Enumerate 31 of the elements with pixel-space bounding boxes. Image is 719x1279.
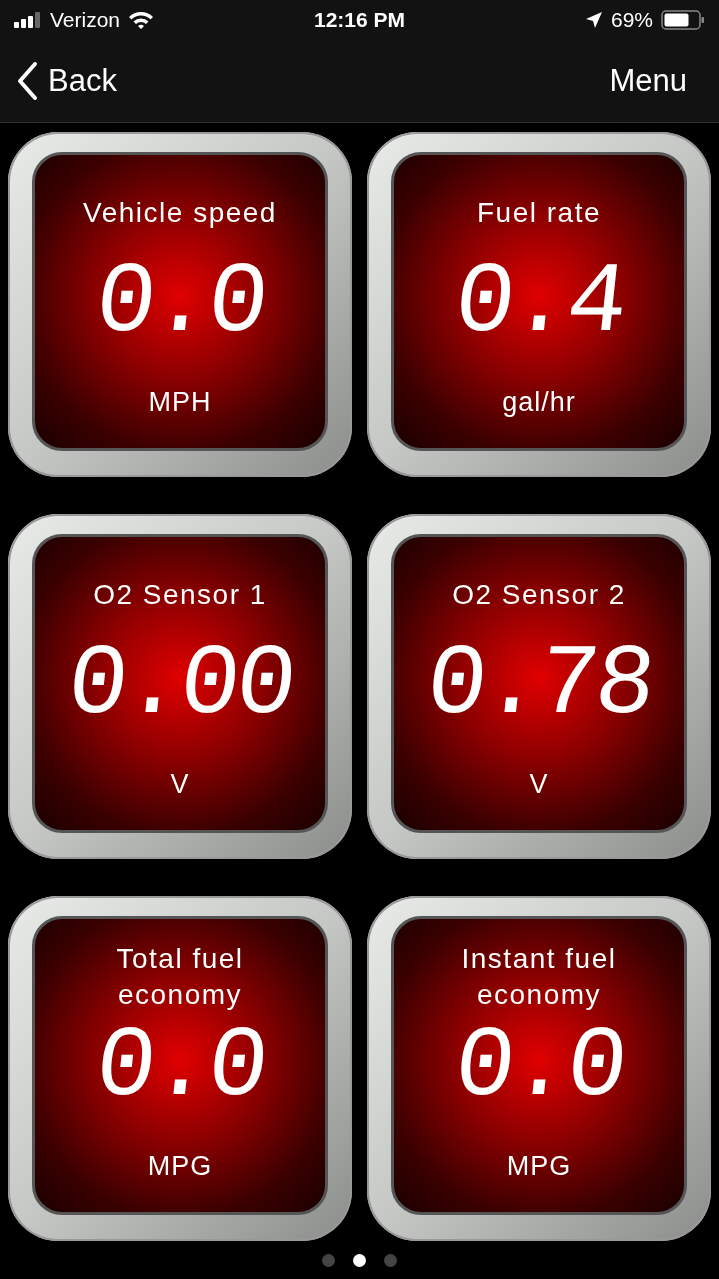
battery-icon: [661, 10, 705, 30]
gauge-unit: V: [529, 767, 549, 801]
page-dot[interactable]: [384, 1254, 397, 1267]
location-arrow-icon: [584, 11, 603, 29]
back-button[interactable]: Back: [16, 57, 117, 105]
clock-time: 12:16 PM: [313, 8, 405, 32]
gauge-value: 0.78: [422, 641, 656, 731]
gauge-value: 0.0: [450, 1023, 628, 1113]
battery-percent: 69%: [610, 7, 653, 34]
gauge-title: O2 Sensor 2: [452, 578, 626, 612]
gauge-title: Instant fuel economy: [460, 942, 618, 1012]
page-dot[interactable]: [322, 1254, 335, 1267]
gauge-unit: MPG: [506, 1149, 572, 1183]
gauge-value: 0.4: [450, 259, 628, 349]
back-chevron-icon: [16, 61, 38, 101]
gauge-title: Vehicle speed: [83, 196, 277, 230]
gauge-value: 0.00: [63, 641, 297, 731]
page-dot[interactable]: [353, 1254, 366, 1267]
gauge-value: 0.0: [91, 259, 269, 349]
gauge-unit: V: [170, 767, 190, 801]
gauge-title: Fuel rate: [477, 196, 601, 230]
gauge-value: 0.0: [91, 1023, 269, 1113]
carrier-name: Verizon: [50, 7, 121, 34]
signal-icon: [14, 12, 42, 28]
gauge-unit: gal/hr: [502, 385, 576, 419]
gauge-unit: MPH: [148, 385, 212, 419]
gauge-title: Total fuel economy: [115, 942, 245, 1012]
wifi-icon: [128, 10, 155, 30]
menu-button[interactable]: Menu: [609, 57, 687, 105]
gauge-title: O2 Sensor 1: [93, 578, 267, 612]
gauge-unit: MPG: [147, 1149, 213, 1183]
